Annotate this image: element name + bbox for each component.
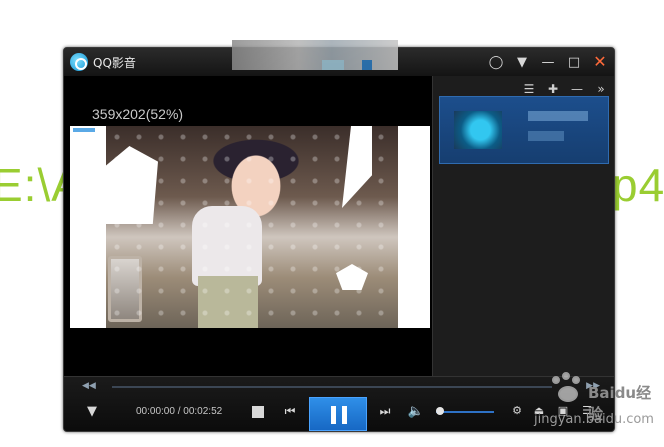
paw-logo-icon	[548, 372, 588, 408]
expand-icon[interactable]: »	[594, 82, 608, 96]
video-corner-mark	[73, 128, 95, 132]
volume-slider[interactable]	[436, 411, 494, 413]
time-display: 00:00:00 / 00:02:52	[136, 406, 223, 417]
watermark: Baidu经验 jingyan.baidu.com	[504, 372, 654, 436]
minimize-icon[interactable]: —	[538, 52, 558, 72]
volume-slider-knob[interactable]	[436, 407, 444, 415]
video-size-label: 359x202(52%)	[92, 106, 184, 122]
remove-icon[interactable]: —	[570, 82, 584, 96]
footprint-icon[interactable]: ▼	[84, 403, 100, 419]
background-text-right: p4	[612, 159, 664, 211]
playlist-item[interactable]	[439, 96, 609, 164]
rewind-icon[interactable]: ◀◀	[82, 381, 96, 391]
pause-button[interactable]	[309, 397, 367, 431]
previous-button[interactable]: ⏮	[282, 403, 298, 419]
close-icon[interactable]: ✕	[590, 52, 610, 72]
playlist-panel: ☰ ✚ — »	[432, 76, 614, 376]
video-frame[interactable]	[70, 126, 430, 328]
dropdown-menu-icon[interactable]: ▼	[512, 52, 532, 72]
seek-bar[interactable]	[112, 386, 552, 388]
blurred-region	[232, 40, 398, 70]
stop-button[interactable]	[252, 406, 264, 418]
next-button[interactable]: ⏭	[377, 403, 393, 419]
feedback-icon[interactable]: ◯	[486, 52, 506, 72]
list-icon[interactable]: ☰	[522, 82, 536, 96]
playlist-toolbar: ☰ ✚ — »	[522, 82, 608, 96]
volume-icon[interactable]: 🔈	[408, 403, 424, 419]
playlist-thumbnail	[454, 111, 502, 149]
window-title: QQ影音	[93, 55, 136, 70]
video-area[interactable]: 359x202(52%)	[64, 76, 432, 376]
app-logo-icon	[70, 53, 88, 71]
maximize-icon[interactable]: □	[564, 52, 584, 72]
add-icon[interactable]: ✚	[546, 82, 560, 96]
window-controls: ◯ ▼ — □ ✕	[486, 52, 610, 72]
watermark-url: jingyan.baidu.com	[534, 412, 654, 427]
